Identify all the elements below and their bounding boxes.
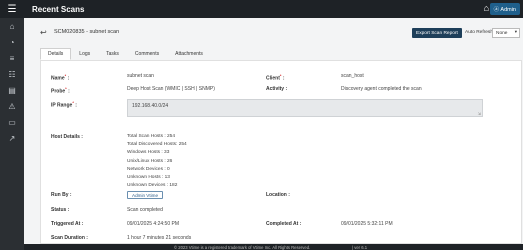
ip-range-value: 192.168.40.0/24: [132, 103, 169, 109]
list-item: Windows Hosts : 33: [127, 150, 170, 156]
sidebar-document-icon[interactable]: ▤: [0, 82, 24, 98]
name-label: Name* :: [51, 73, 70, 82]
auto-refresh-select[interactable]: None ▾: [492, 28, 520, 38]
details-panel: Name* : subnet scan Client* : scan_host …: [40, 60, 522, 244]
list-item: Unix/Linux Hosts : 26: [127, 158, 173, 164]
host-details-label: Host Details :: [51, 134, 83, 140]
status-label: Status :: [51, 207, 70, 213]
top-bar: ☰ Recent Scans ⌂ ⓐ Admin: [0, 0, 523, 18]
completed-at-value: 09/01/2025 5:32:11 PM: [341, 221, 393, 227]
chevron-down-icon: ▾: [514, 29, 517, 34]
completed-at-label: Completed At :: [266, 221, 302, 227]
scan-header: ↩ SCM020835 - subnet scan Export Scan Re…: [32, 26, 521, 40]
ip-range-label: IP Range* :: [51, 100, 77, 109]
triggered-at-value: 09/01/2025 4:24:50 PM: [127, 221, 179, 227]
menu-icon[interactable]: ☰: [0, 0, 24, 18]
sidebar-database-icon[interactable]: ≡: [0, 50, 24, 66]
sidebar-chart-icon[interactable]: ↗: [0, 130, 24, 146]
client-label: Client* :: [266, 73, 285, 82]
status-value: Scan completed: [127, 207, 163, 213]
name-value: subnet scan: [127, 73, 154, 79]
probe-label: Probe* :: [51, 86, 70, 95]
list-item: Network Devices : 0: [127, 166, 170, 172]
tab-tasks[interactable]: Tasks: [98, 48, 127, 60]
scan-duration-label: Scan Duration :: [51, 235, 88, 241]
tab-bar: Details Logs Tasks Comments Attachments: [40, 48, 211, 60]
scan-title: SCM020835 - subnet scan: [54, 29, 120, 35]
main-content: ↩ SCM020835 - subnet scan Export Scan Re…: [24, 18, 523, 244]
sidebar: ⌂ ◔ ≡ ☷ ▤ ⚠ ▭ ↗: [0, 18, 24, 250]
probe-value: Deep Host Scan (WMIC | SSH | SNMP): [127, 86, 215, 92]
auto-refresh-label: Auto Refresh:: [465, 30, 495, 35]
activity-value: Discovery agent completed the scan: [341, 86, 422, 92]
version-text: | ver 6.1: [352, 244, 368, 250]
sidebar-network-icon[interactable]: ☷: [0, 66, 24, 82]
scan-duration-value: 1 hour 7 minutes 21 seconds: [127, 235, 192, 241]
ip-range-field[interactable]: 192.168.40.0/24 ⇲: [127, 99, 483, 117]
admin-user-button[interactable]: ⓐ Admin: [489, 3, 520, 15]
tab-details[interactable]: Details: [40, 48, 72, 60]
triggered-at-label: Triggered At :: [51, 221, 84, 227]
home-icon[interactable]: ⌂: [484, 4, 489, 13]
list-item: Unknown Hosts : 13: [127, 175, 170, 181]
footer: © 2023 Vtime is a registered trademark o…: [24, 244, 523, 250]
activity-label: Activity :: [266, 86, 288, 92]
page-title: Recent Scans: [32, 4, 85, 14]
client-value: scan_host: [341, 73, 364, 79]
resize-grip-icon[interactable]: ⇲: [478, 111, 481, 116]
run-by-label: Run By :: [51, 192, 72, 198]
run-by-button[interactable]: Admin Vtime: [127, 191, 164, 199]
copyright-text: © 2023 Vtime is a registered trademark o…: [174, 244, 311, 250]
sidebar-dashboard-icon[interactable]: ◔: [0, 34, 24, 50]
sidebar-home-icon[interactable]: ⌂: [0, 18, 24, 34]
tab-attachments[interactable]: Attachments: [167, 48, 211, 60]
tab-comments[interactable]: Comments: [127, 48, 167, 60]
sidebar-monitor-icon[interactable]: ▭: [0, 114, 24, 130]
tab-logs[interactable]: Logs: [71, 48, 98, 60]
back-arrow-icon[interactable]: ↩: [40, 28, 47, 37]
host-details-list: Total Scan Hosts : 254 Total Discovered …: [127, 133, 187, 190]
sidebar-alert-icon[interactable]: ⚠: [0, 98, 24, 114]
auto-refresh-value: None: [496, 30, 508, 36]
list-item: Total Discovered Hosts: 254: [127, 142, 187, 148]
location-label: Location :: [266, 192, 290, 198]
list-item: Total Scan Hosts : 254: [127, 134, 175, 139]
export-scan-report-button[interactable]: Export Scan Report: [412, 28, 462, 38]
list-item: Unknown Devices : 182: [127, 183, 178, 189]
